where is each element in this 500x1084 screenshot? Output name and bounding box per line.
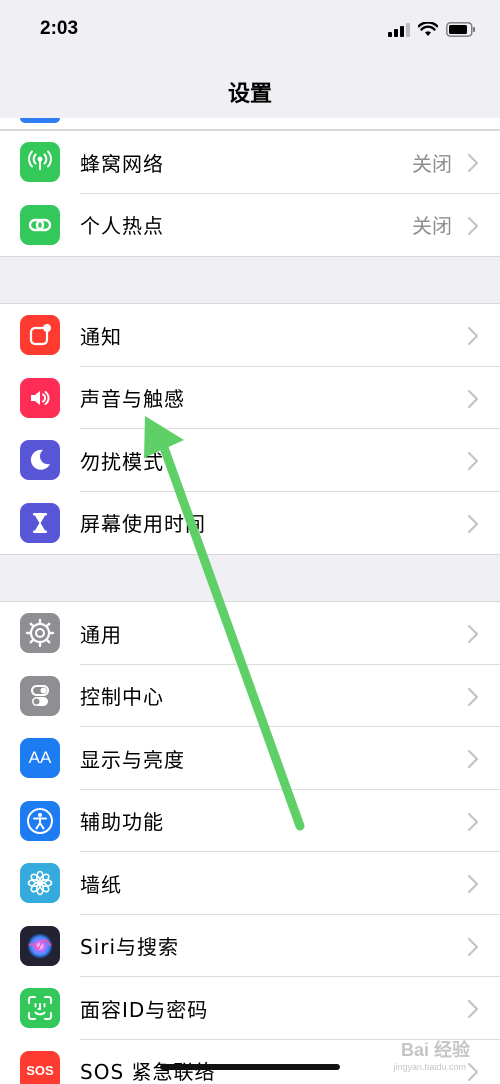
battery-icon	[446, 22, 475, 37]
siri-icon	[20, 925, 60, 966]
settings-row-hotspot[interactable]: 个人热点 关闭	[0, 194, 500, 257]
settings-row-control-center[interactable]: 控制中心	[0, 665, 500, 728]
settings-row-label: 通知	[80, 324, 122, 349]
chevron-right-icon	[467, 749, 479, 769]
settings-row-sounds[interactable]: 声音与触感	[0, 367, 500, 430]
display-icon: AA	[20, 738, 60, 778]
settings-row-accessibility[interactable]: 辅助功能	[0, 790, 500, 853]
settings-group-network: 蜂窝网络 关闭 个人热点 关闭	[0, 130, 500, 257]
chevron-right-icon	[467, 1062, 479, 1081]
page-title: 设置	[227, 82, 272, 107]
hotspot-icon	[20, 204, 60, 245]
settings-row-label: 墙纸	[80, 872, 122, 897]
chevron-right-icon	[467, 216, 479, 235]
settings-row-label: 控制中心	[80, 685, 164, 710]
chevron-right-icon	[467, 687, 479, 706]
settings-row-label: 蜂窝网络	[80, 151, 164, 176]
settings-row-label: 勿扰模式	[80, 449, 164, 474]
status-time: 2:03	[40, 18, 79, 39]
chevron-right-icon	[467, 451, 479, 471]
faceid-icon	[20, 988, 60, 1028]
sos-icon-glyph: SOS	[26, 1063, 54, 1078]
nav-bar: 设置	[0, 64, 500, 118]
notifications-icon	[20, 315, 60, 355]
settings-row-value: 关闭	[412, 151, 452, 176]
status-bar: 2:03	[0, 0, 500, 64]
settings-row-label: 屏幕使用时间	[80, 512, 206, 537]
sos-icon: SOS	[20, 1050, 60, 1084]
accessibility-icon	[20, 800, 60, 841]
cellular-icon	[20, 142, 60, 182]
settings-row-face-id[interactable]: 面容ID与密码	[0, 977, 500, 1040]
bluetooth-icon-peek	[20, 118, 60, 123]
settings-group-notifications: 通知 声音与触感 勿扰模式 屏幕使用时间	[0, 303, 500, 555]
settings-row-value: 关闭	[412, 214, 452, 239]
hourglass-icon	[20, 502, 60, 543]
sound-icon	[20, 377, 60, 418]
signal-icon	[388, 22, 410, 37]
chevron-right-icon	[467, 999, 479, 1019]
settings-row-label: 显示与亮度	[80, 747, 185, 772]
settings-row-label: 个人热点	[80, 214, 164, 239]
chevron-right-icon	[467, 514, 479, 533]
settings-row-display[interactable]: AA 显示与亮度	[0, 727, 500, 790]
gear-icon	[20, 613, 60, 653]
display-icon-glyph: AA	[28, 748, 52, 767]
settings-row-label: Siri与搜索	[80, 935, 180, 960]
scrolled-row-peek[interactable]	[0, 118, 500, 130]
settings-row-wallpaper[interactable]: 墙纸	[0, 852, 500, 915]
settings-row-label: 通用	[80, 622, 122, 647]
moon-icon	[20, 440, 60, 480]
settings-row-label: SOS 紧急联络	[80, 1060, 216, 1084]
chevron-right-icon	[467, 937, 479, 956]
settings-row-do-not-disturb[interactable]: 勿扰模式	[0, 429, 500, 492]
chevron-right-icon	[467, 874, 479, 894]
settings-row-general[interactable]: 通用	[0, 602, 500, 665]
chevron-right-icon	[467, 326, 479, 346]
wifi-icon	[418, 22, 438, 36]
settings-row-label: 面容ID与密码	[80, 997, 209, 1022]
settings-row-cellular[interactable]: 蜂窝网络 关闭	[0, 131, 500, 194]
toggles-icon	[20, 675, 60, 716]
settings-row-label: 声音与触感	[80, 387, 185, 412]
chevron-right-icon	[467, 812, 479, 831]
settings-row-siri[interactable]: Siri与搜索	[0, 915, 500, 978]
chevron-right-icon	[467, 389, 479, 408]
settings-group-general: 通用 控制中心 AA 显示与亮度 辅助功能 墙纸 Siri与搜索 面容ID与密码…	[0, 601, 500, 1084]
watermark-url: jingyan.baidu.com	[393, 1062, 466, 1072]
status-icons	[388, 22, 476, 37]
settings-row-screen-time[interactable]: 屏幕使用时间	[0, 492, 500, 555]
wallpaper-icon	[20, 863, 60, 903]
settings-row-notifications[interactable]: 通知	[0, 304, 500, 367]
home-indicator[interactable]	[160, 1064, 340, 1070]
watermark-logo: Bai 经验	[400, 1040, 470, 1060]
chevron-right-icon	[467, 624, 479, 644]
settings-row-label: 辅助功能	[80, 810, 164, 835]
chevron-right-icon	[467, 153, 479, 173]
